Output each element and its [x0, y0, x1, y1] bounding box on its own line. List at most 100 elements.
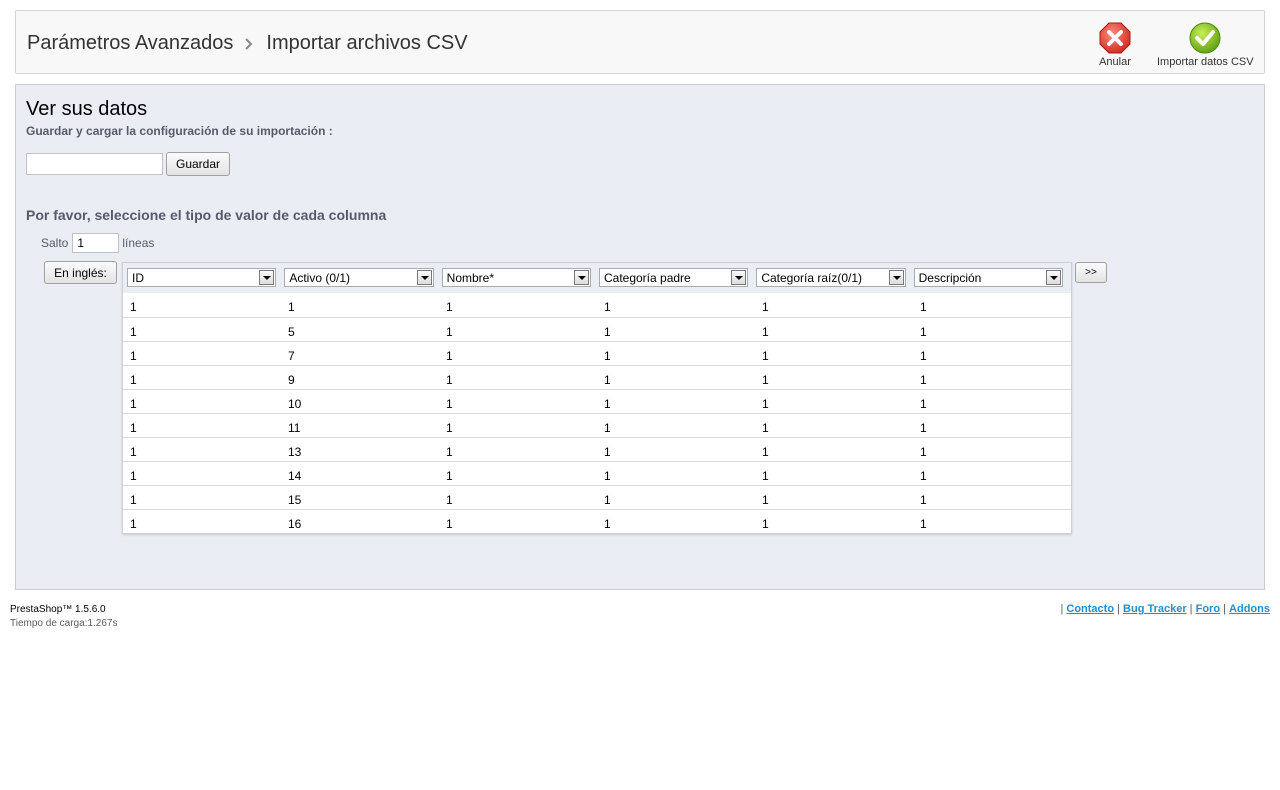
footer-link-bug-tracker[interactable]: Bug Tracker	[1123, 603, 1187, 615]
footer-info: PrestaShop™ 1.5.6.0 Tiempo de carga:1.26…	[10, 603, 117, 631]
table-cell: 1	[130, 493, 137, 507]
table-cell: 1	[130, 397, 137, 411]
table-cell: 1	[920, 349, 927, 363]
column-type-select[interactable]: Categoría raíz(0/1)	[756, 268, 906, 287]
table-cell: 1	[604, 517, 611, 531]
version-text: PrestaShop™ 1.5.6.0	[10, 604, 106, 615]
table-cell: 1	[130, 421, 137, 435]
cancel-label: Anular	[1099, 56, 1131, 68]
footer-link-addons[interactable]: Addons	[1229, 603, 1270, 615]
table-cell: 1	[920, 325, 927, 339]
table-cell: 1	[604, 349, 611, 363]
import-label: Importar datos CSV	[1157, 56, 1254, 68]
page-toolbar: Parámetros Avanzados Importar archivos C…	[15, 10, 1265, 74]
table-cell: 1	[446, 397, 453, 411]
breadcrumb-current: Importar archivos CSV	[266, 32, 468, 54]
table-cell: 1	[130, 373, 137, 387]
table-cell: 1	[762, 349, 769, 363]
page-title: Ver sus datos	[26, 98, 148, 120]
skip-label: Salto	[41, 236, 69, 250]
save-button[interactable]: Guardar	[166, 152, 230, 176]
table-cell: 1	[762, 300, 769, 314]
table-cell: 1	[604, 445, 611, 459]
table-cell: 16	[288, 517, 302, 531]
table-cell: 1	[920, 421, 927, 435]
load-time-text: Tiempo de carga:1.267s	[10, 618, 118, 629]
column-type-select[interactable]: Descripción	[913, 268, 1063, 287]
table-cell: 1	[446, 469, 453, 483]
table-cell: 1	[604, 493, 611, 507]
table-cell: 1	[446, 373, 453, 387]
table-cell: 1	[130, 517, 137, 531]
column-type-select[interactable]: ID	[127, 268, 277, 287]
table-cell: 1	[762, 445, 769, 459]
table-cell: 1	[604, 300, 611, 314]
table-cell: 1	[604, 373, 611, 387]
next-columns-button[interactable]: >>	[1075, 262, 1107, 283]
table-row: 1 10 1 1 1 1	[123, 389, 1071, 413]
config-name-input[interactable]	[26, 153, 163, 175]
column-type-select[interactable]: Activo (0/1)	[284, 268, 434, 287]
table-cell: 1	[130, 349, 137, 363]
csv-preview-table: ID Activo (0/1) Nombre* Categoría padre …	[122, 262, 1072, 534]
table-cell: 5	[288, 325, 295, 339]
table-cell: 1	[604, 325, 611, 339]
table-row: 1 5 1 1 1 1	[123, 317, 1071, 341]
table-cell: 1	[920, 517, 927, 531]
dropdown-arrow-icon	[416, 270, 432, 285]
table-cell: 1	[130, 469, 137, 483]
table-cell: 7	[288, 349, 295, 363]
table-cell: 1	[920, 445, 927, 459]
table-cell: 10	[288, 397, 302, 411]
table-row: 1 14 1 1 1 1	[123, 461, 1071, 485]
table-cell: 1	[920, 469, 927, 483]
skip-unit-label: líneas	[122, 236, 155, 250]
import-csv-button[interactable]: Importar datos CSV	[1157, 21, 1254, 68]
table-cell: 1	[288, 300, 295, 314]
table-row: 1 13 1 1 1 1	[123, 437, 1071, 461]
cancel-button[interactable]: Anular	[1094, 21, 1136, 68]
table-cell: 1	[762, 397, 769, 411]
save-config-label: Guardar y cargar la configuración de su …	[26, 124, 333, 138]
breadcrumb-parent: Parámetros Avanzados	[27, 32, 234, 54]
table-cell: 1	[920, 397, 927, 411]
table-cell: 1	[920, 300, 927, 314]
import-preview-panel: Ver sus datos Guardar y cargar la config…	[15, 84, 1265, 590]
table-cell: 1	[604, 421, 611, 435]
check-icon	[1189, 22, 1221, 54]
table-cell: 1	[762, 373, 769, 387]
cancel-icon	[1099, 22, 1131, 54]
table-cell: 1	[604, 397, 611, 411]
chevron-right-icon	[245, 37, 253, 50]
skip-lines-input[interactable]	[72, 233, 120, 253]
table-cell: 1	[130, 325, 137, 339]
dropdown-arrow-icon	[573, 270, 589, 285]
footer-link-contact[interactable]: Contacto	[1066, 603, 1114, 615]
english-button[interactable]: En inglés:	[44, 261, 117, 284]
table-row: 1 1 1 1 1 1	[123, 293, 1071, 317]
breadcrumb: Parámetros Avanzados Importar archivos C…	[27, 32, 468, 55]
table-cell: 1	[446, 517, 453, 531]
table-cell: 1	[446, 325, 453, 339]
table-row: 1 11 1 1 1 1	[123, 413, 1071, 437]
dropdown-arrow-icon	[888, 270, 904, 285]
column-type-select[interactable]: Categoría padre	[598, 268, 749, 287]
table-cell: 1	[762, 421, 769, 435]
skip-lines-control: Salto líneas	[41, 233, 154, 253]
footer-link-forum[interactable]: Foro	[1196, 603, 1220, 615]
table-cell: 1	[762, 469, 769, 483]
table-cell: 1	[446, 421, 453, 435]
footer-links: | Contacto | Bug Tracker | Foro | Addons	[1060, 603, 1270, 615]
table-cell: 1	[762, 517, 769, 531]
table-cell: 1	[920, 493, 927, 507]
column-type-title: Por favor, seleccione el tipo de valor d…	[26, 207, 387, 223]
dropdown-arrow-icon	[1045, 270, 1061, 285]
table-cell: 1	[446, 300, 453, 314]
table-cell: 1	[446, 493, 453, 507]
table-body: 1 1 1 1 1 1 1 5 1 1 1 1 1 7 1 1 1 1 1 9 1 1 1 1 1 10 1 1 1 1 1 11 1 1 1 1 1 1…	[123, 293, 1071, 533]
column-type-select[interactable]: Nombre*	[441, 268, 591, 287]
table-cell: 13	[288, 445, 302, 459]
table-cell: 11	[288, 421, 301, 435]
dropdown-arrow-icon	[731, 270, 747, 285]
table-row: 1 15 1 1 1 1	[123, 485, 1071, 509]
